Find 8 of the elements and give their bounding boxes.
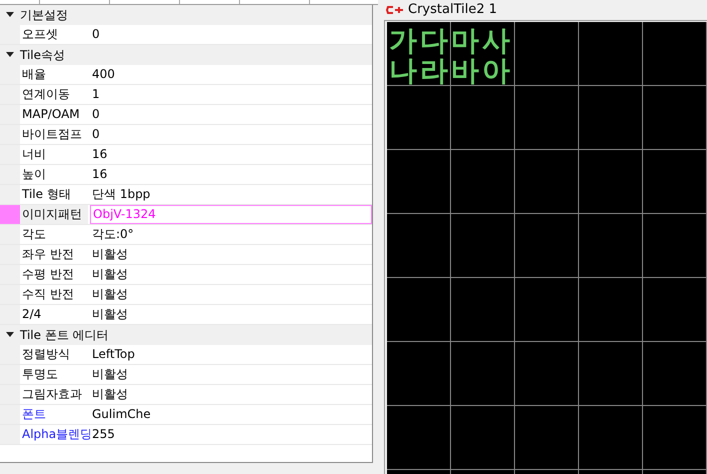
caret-icon[interactable] <box>6 12 14 18</box>
group-title[interactable]: Tile속성 <box>20 46 66 64</box>
caret-icon[interactable] <box>6 332 14 338</box>
window-title: CrystalTile2 1 <box>408 1 498 20</box>
group-title[interactable]: 기본설정 <box>20 6 68 24</box>
caret-icon[interactable] <box>6 52 14 58</box>
property-name[interactable]: 이미지패턴 <box>20 205 88 224</box>
app-logo-icon <box>386 6 404 14</box>
